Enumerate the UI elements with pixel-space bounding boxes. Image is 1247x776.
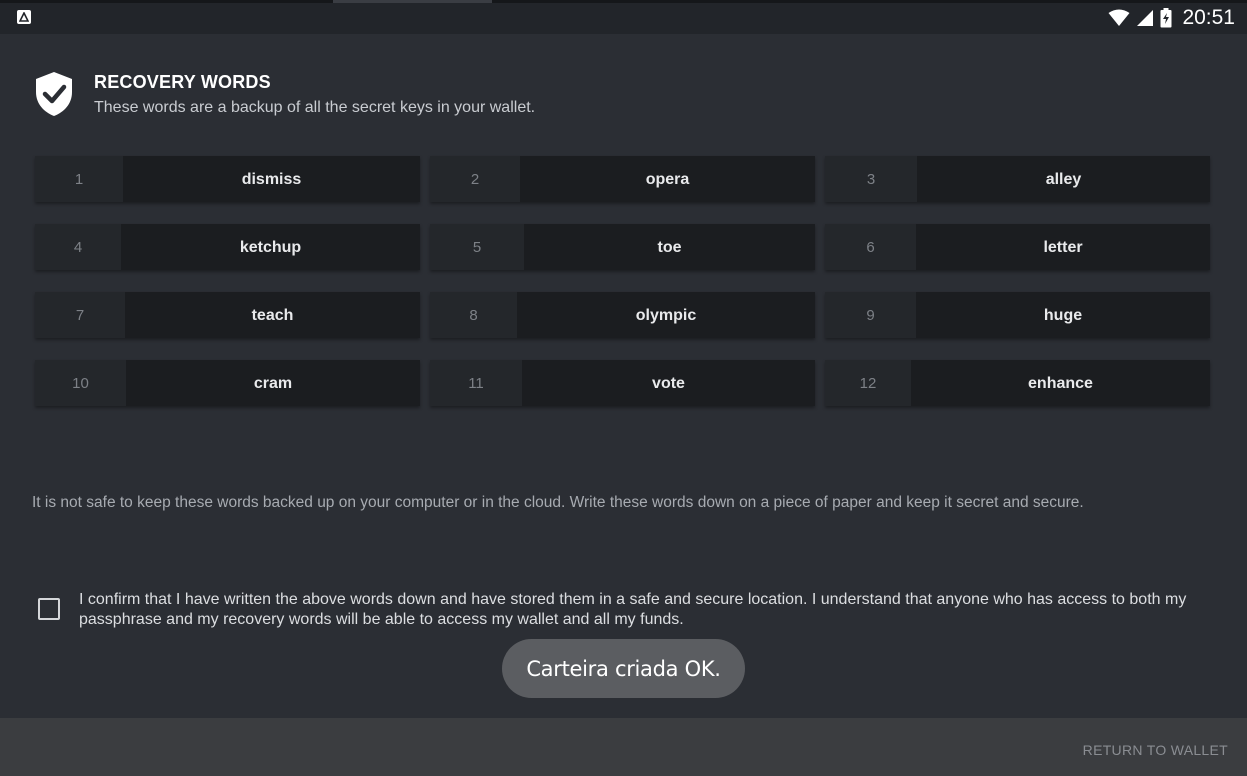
- word-cell: 3 alley: [825, 156, 1210, 202]
- battery-charging-icon: [1160, 8, 1172, 28]
- word-number: 2: [470, 171, 480, 188]
- word-number: 3: [866, 171, 876, 188]
- word-cell: 8 olympic: [430, 292, 815, 338]
- recovery-word: dismiss: [123, 156, 420, 202]
- recovery-word: alley: [917, 156, 1210, 202]
- top-divider: [0, 0, 1247, 3]
- return-to-wallet-button[interactable]: RETURN TO WALLET: [1083, 742, 1228, 758]
- word-cell: 11 vote: [430, 360, 815, 406]
- word-number: 1: [74, 171, 84, 188]
- recovery-word: enhance: [911, 360, 1210, 406]
- recovery-header: RECOVERY WORDS These words are a backup …: [34, 70, 535, 120]
- word-cell: 5 toe: [430, 224, 815, 270]
- word-number: 6: [866, 239, 875, 256]
- word-number: 12: [859, 375, 877, 392]
- recovery-word: toe: [524, 224, 815, 270]
- word-cell: 2 opera: [430, 156, 815, 202]
- recovery-word: teach: [125, 292, 420, 338]
- word-cell: 1 dismiss: [35, 156, 420, 202]
- page-subtitle: These words are a backup of all the secr…: [94, 99, 536, 116]
- wifi-icon: [1108, 9, 1130, 26]
- recovery-words-screen: 20:51 RECOVERY WORDS These words are a b…: [0, 0, 1247, 776]
- status-time: 20:51: [1182, 6, 1235, 29]
- word-number: 10: [72, 375, 89, 392]
- app-notification-icon: [17, 10, 31, 24]
- word-number: 7: [75, 307, 85, 324]
- toast-message: Carteira criada OK.: [502, 639, 745, 698]
- recovery-word: vote: [522, 360, 815, 406]
- signal-icon: [1137, 10, 1154, 26]
- recovery-word: ketchup: [121, 224, 420, 270]
- word-cell: 10 cram: [35, 360, 420, 406]
- recovery-word: cram: [126, 360, 420, 406]
- word-cell: 4 ketchup: [35, 224, 420, 270]
- status-icons: 20:51: [1108, 6, 1235, 30]
- top-divider-highlight: [333, 0, 492, 3]
- word-number: 8: [469, 307, 478, 324]
- recovery-word: opera: [520, 156, 815, 202]
- word-number: 5: [472, 239, 482, 256]
- page-title: RECOVERY WORDS: [94, 72, 271, 92]
- word-cell: 6 letter: [825, 224, 1210, 270]
- recovery-word: letter: [916, 224, 1210, 270]
- word-number: 9: [866, 307, 875, 324]
- confirm-checkbox[interactable]: [38, 598, 60, 620]
- word-number: 4: [73, 239, 83, 256]
- status-bar: 20:51: [0, 0, 1247, 34]
- word-cell: 12 enhance: [825, 360, 1210, 406]
- word-number: 11: [468, 375, 484, 392]
- shield-check-icon: [36, 72, 72, 116]
- confirm-row[interactable]: I confirm that I have written the above …: [38, 590, 1223, 630]
- recovery-word: huge: [916, 292, 1210, 338]
- security-warning: It is not safe to keep these words backe…: [32, 494, 1084, 511]
- recovery-word: olympic: [517, 292, 815, 338]
- word-cell: 9 huge: [825, 292, 1210, 338]
- word-cell: 7 teach: [35, 292, 420, 338]
- footer-bar: RETURN TO WALLET: [0, 718, 1247, 776]
- confirm-label[interactable]: I confirm that I have written the above …: [79, 590, 1223, 630]
